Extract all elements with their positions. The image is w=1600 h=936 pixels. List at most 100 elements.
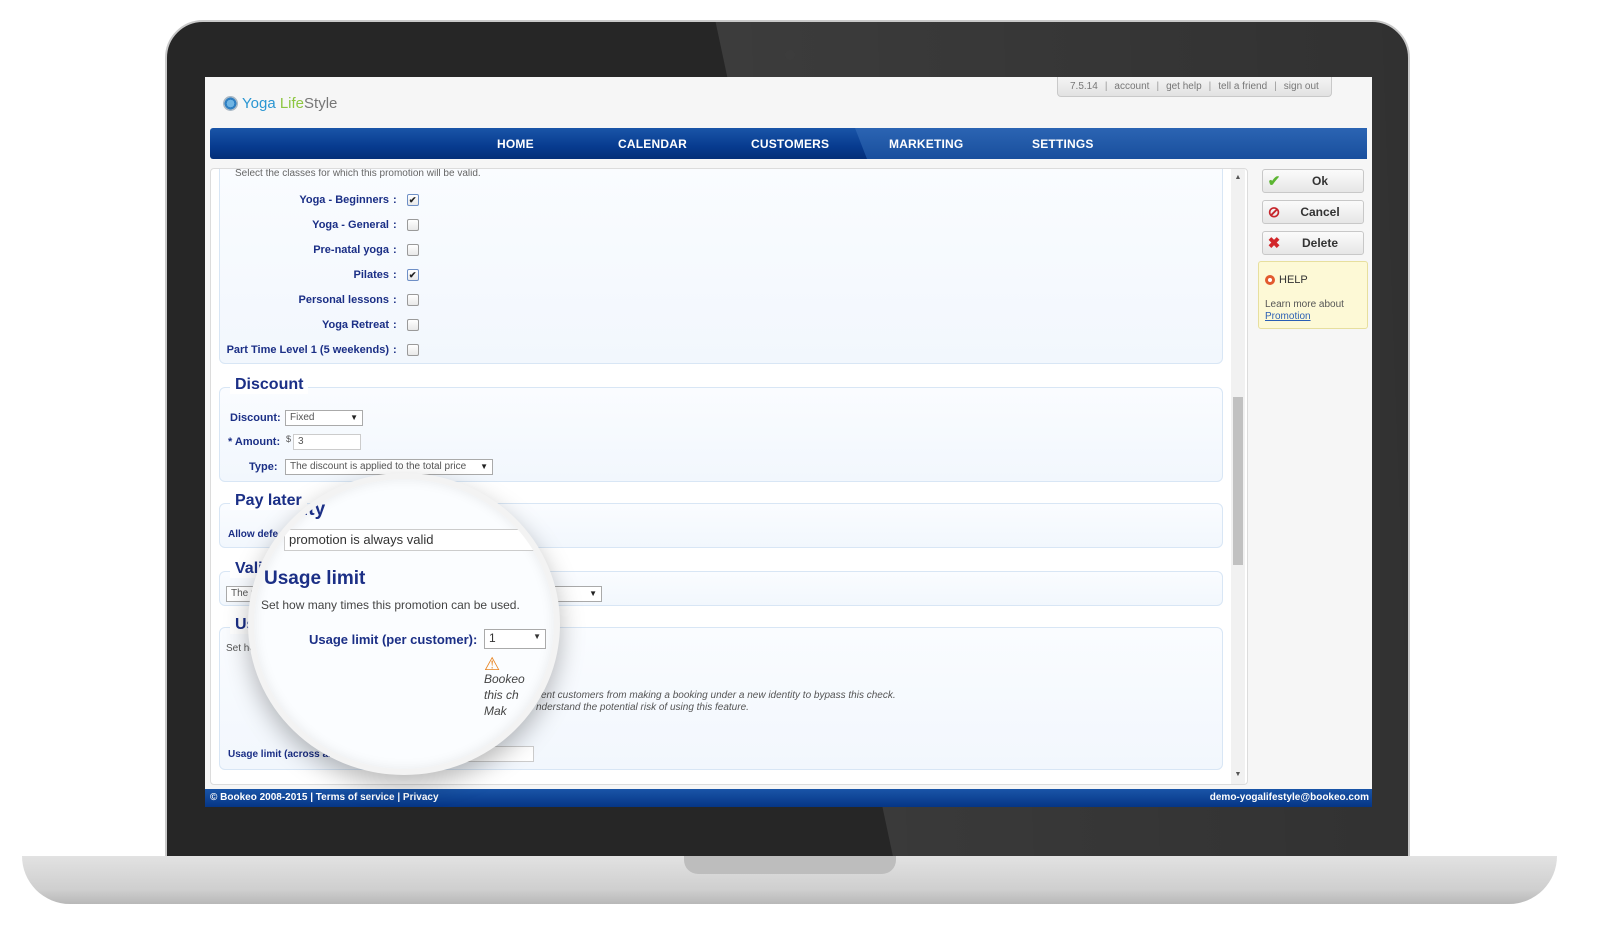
warning-text-line1: vent customers from making a booking und… [536, 690, 896, 701]
per-customer-select[interactable]: 1 ▼ [484, 629, 546, 649]
label-separator: : [393, 344, 397, 356]
class-row: Yoga - General: [211, 219, 419, 231]
camera [785, 50, 795, 60]
class-checkbox[interactable] [406, 294, 419, 306]
dropdown-arrow-icon: ▼ [350, 413, 358, 422]
logo-text-life: Life [279, 95, 305, 112]
cancel-button[interactable]: ⊘ Cancel [1262, 200, 1364, 224]
ok-button[interactable]: ✔ Ok [1262, 169, 1364, 193]
footer-left: © Bookeo 2008-2015 | Terms of service | … [210, 792, 439, 803]
magnified-validity-field: promotion is always valid [284, 529, 546, 551]
label-separator: : [393, 319, 397, 331]
scroll-up-arrow-icon[interactable]: ▲ [1231, 171, 1245, 185]
magnified-usage-title: Usage limit [264, 568, 366, 589]
dropdown-arrow-icon: ▼ [480, 462, 488, 471]
class-label: Pilates [353, 269, 389, 281]
terms-link[interactable]: Terms of service [316, 792, 395, 803]
separator: | [1274, 81, 1277, 92]
class-checkbox[interactable] [406, 319, 419, 331]
privacy-link[interactable]: Privacy [403, 792, 439, 803]
logo-icon [223, 96, 238, 111]
magnified-warning-word-2: this ch [484, 688, 519, 702]
get-help-link[interactable]: get help [1166, 81, 1202, 92]
class-checkbox[interactable]: ✔ [406, 269, 419, 281]
class-row: Part Time Level 1 (5 weekends): [211, 344, 419, 356]
class-label: Personal lessons [298, 294, 390, 306]
separator: | [310, 792, 314, 803]
currency-symbol: $ [286, 434, 292, 444]
tell-a-friend-link[interactable]: tell a friend [1218, 81, 1267, 92]
classes-intro: Select the classes for which this promot… [235, 168, 481, 179]
type-value: The discount is applied to the total pri… [290, 461, 467, 472]
delete-button[interactable]: ✖ Delete [1262, 231, 1364, 255]
logo-text-style: Style [304, 95, 338, 112]
separator: | [1104, 81, 1108, 92]
class-label: Pre-natal yoga [313, 244, 389, 256]
class-checkbox[interactable] [406, 244, 419, 256]
separator: | [1156, 81, 1160, 92]
lifebuoy-icon [1265, 275, 1275, 285]
help-text-body: Learn more about [1265, 299, 1344, 310]
class-row: Yoga Retreat: [211, 319, 419, 331]
magnified-per-customer-label: Usage limit (per customer): [309, 632, 478, 647]
footer-email[interactable]: demo-yogalifestyle@bookeo.com [1210, 792, 1369, 803]
label-separator: : [393, 269, 397, 281]
prohibited-icon: ⊘ [1267, 204, 1281, 221]
logo-text-yoga: Yoga [242, 95, 276, 112]
separator: | [1208, 81, 1212, 92]
app-logo[interactable]: Yoga LifeStyle [223, 95, 337, 112]
help-title-text: HELP [1279, 274, 1308, 286]
top-links: 7.5.14 | account | get help | tell a friend… [1057, 77, 1332, 97]
version-label: 7.5.14 [1070, 81, 1098, 92]
main-nav: HOME CALENDAR CUSTOMERS MARKETING SETTIN… [210, 128, 1367, 159]
footer: © Bookeo 2008-2015 | Terms of service | … [205, 789, 1372, 807]
label-separator: : [393, 244, 397, 256]
amount-input[interactable]: 3 [293, 434, 361, 450]
label-separator: : [393, 194, 397, 206]
checkmark-icon: ✔ [1267, 173, 1281, 190]
class-label: Yoga Retreat [321, 319, 389, 331]
separator: | [397, 792, 401, 803]
class-row: Pilates: ✔ [211, 269, 419, 281]
nav-home[interactable]: HOME [497, 137, 534, 151]
class-checkbox[interactable]: ✔ [406, 194, 419, 206]
class-label: Part Time Level 1 (5 weekends) [226, 344, 389, 356]
discount-title: Discount [230, 376, 309, 394]
type-select[interactable]: The discount is applied to the total pri… [285, 459, 493, 475]
scrollbar[interactable]: ▲ ▼ [1231, 169, 1245, 784]
label-separator: : [393, 294, 397, 306]
per-customer-value: 1 [489, 631, 496, 645]
discount-label: Discount: [230, 412, 281, 424]
magnified-warning-word-1: Bookeo [484, 672, 525, 686]
class-row: Personal lessons: [211, 294, 419, 306]
nav-marketing[interactable]: MARKETING [889, 137, 963, 151]
help-title: HELP [1265, 274, 1308, 286]
discount-value: Fixed [290, 412, 315, 423]
scroll-down-arrow-icon[interactable]: ▼ [1231, 768, 1245, 782]
nav-customers[interactable]: CUSTOMERS [751, 137, 829, 151]
magnifier-lens: ity promotion is always valid Usage limi… [248, 473, 560, 775]
magnified-content: ity promotion is always valid Usage limi… [254, 479, 554, 769]
scroll-thumb[interactable] [1233, 397, 1243, 565]
nav-calendar[interactable]: CALENDAR [618, 137, 687, 151]
cancel-label: Cancel [1300, 205, 1340, 219]
magnified-usage-desc: Set how many times this promotion can be… [261, 598, 520, 612]
class-checkbox[interactable] [406, 344, 419, 356]
sign-out-link[interactable]: sign out [1284, 81, 1319, 92]
account-link[interactable]: account [1114, 81, 1149, 92]
class-checkbox[interactable] [406, 219, 419, 231]
discount-select[interactable]: Fixed ▼ [285, 410, 363, 426]
delete-x-icon: ✖ [1267, 235, 1281, 252]
magnified-warning-word-3: Mak [484, 704, 507, 718]
class-row: Pre-natal yoga: [211, 244, 419, 256]
class-row: Yoga - Beginners: ✔ [211, 194, 419, 206]
help-text: Learn more about Promotion [1265, 299, 1344, 323]
delete-label: Delete [1301, 236, 1339, 250]
amount-label: * Amount: [228, 436, 281, 448]
magnified-validity-text: promotion is always valid [289, 532, 434, 547]
nav-settings[interactable]: SETTINGS [1032, 137, 1094, 151]
base-notch [684, 856, 896, 874]
ok-label: Ok [1311, 174, 1328, 188]
help-box: HELP Learn more about Promotion [1258, 261, 1368, 329]
help-promotion-link[interactable]: Promotion [1265, 311, 1311, 322]
